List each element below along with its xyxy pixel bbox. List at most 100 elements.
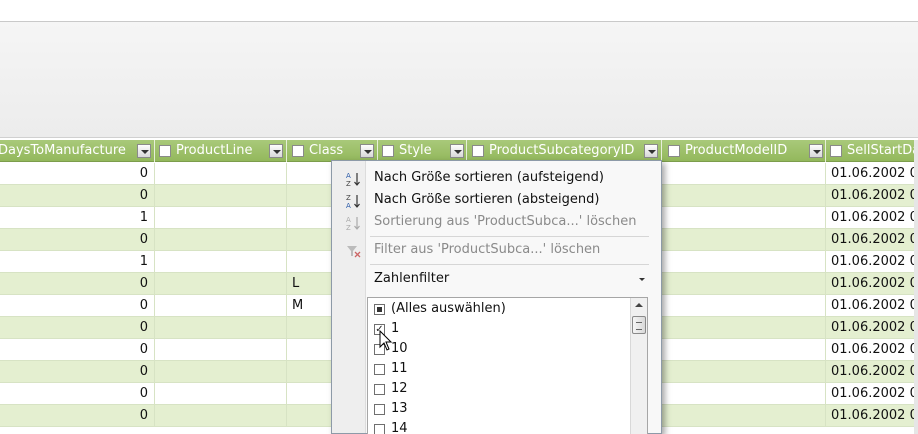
filter-item-label: 11 bbox=[391, 361, 408, 376]
cell-productline[interactable] bbox=[156, 163, 287, 185]
cell-sellstartdate[interactable]: 01.06.2002 0 bbox=[827, 339, 918, 361]
filter-list-item[interactable]: (Alles auswählen) bbox=[368, 299, 628, 319]
column-header-class[interactable]: Class bbox=[288, 140, 378, 162]
cell-sellstartdate[interactable]: 01.06.2002 0 bbox=[827, 361, 918, 383]
column-select-checkbox[interactable] bbox=[159, 145, 171, 157]
cell-sellstartdate[interactable]: 01.06.2002 0 bbox=[827, 163, 918, 185]
cell-daystomanufacture[interactable]: 0 bbox=[0, 295, 155, 317]
cell-daystomanufacture[interactable]: 0 bbox=[0, 229, 155, 251]
cell-daystomanufacture[interactable]: 0 bbox=[0, 361, 155, 383]
filter-dropdown-button[interactable] bbox=[137, 144, 151, 158]
scroll-thumb[interactable] bbox=[632, 316, 646, 334]
filter-list-scrollbar[interactable] bbox=[630, 298, 647, 434]
scroll-up-arrow-icon[interactable] bbox=[635, 303, 643, 307]
column-header-label: ProductSubcategoryID bbox=[489, 143, 635, 158]
filter-checkbox[interactable] bbox=[374, 304, 385, 315]
filter-checkbox[interactable] bbox=[374, 384, 385, 395]
filter-list-item[interactable]: 13 bbox=[368, 399, 628, 419]
filter-item-label: (Alles auswählen) bbox=[391, 301, 506, 316]
filter-list-item[interactable]: 11 bbox=[368, 359, 628, 379]
cell-daystomanufacture[interactable]: 0 bbox=[0, 317, 155, 339]
cell-productline[interactable] bbox=[156, 383, 287, 405]
column-select-checkbox[interactable] bbox=[830, 145, 842, 157]
filter-list-item[interactable]: 12 bbox=[368, 379, 628, 399]
column-header-productmodelid[interactable]: ProductModelID bbox=[663, 140, 826, 162]
filter-dropdown-button[interactable] bbox=[450, 144, 464, 158]
cell-productline[interactable] bbox=[156, 405, 287, 427]
clear-filter-item[interactable]: Filter aus 'ProductSubca...' löschen bbox=[332, 239, 661, 261]
cell-daystomanufacture[interactable]: 0 bbox=[0, 383, 155, 405]
cell-productmodelid[interactable] bbox=[663, 317, 826, 339]
filter-list-item[interactable]: ✓ 1 bbox=[368, 319, 628, 339]
cell-productline[interactable] bbox=[156, 295, 287, 317]
column-select-checkbox[interactable] bbox=[382, 145, 394, 157]
filter-checkbox[interactable] bbox=[374, 404, 385, 415]
cell-sellstartdate[interactable]: 01.06.2002 0 bbox=[827, 383, 918, 405]
cell-productline[interactable] bbox=[156, 229, 287, 251]
grid-vertical-scrollbar[interactable] bbox=[914, 140, 918, 434]
cell-productmodelid[interactable] bbox=[663, 383, 826, 405]
cell-sellstartdate[interactable]: 01.06.2002 0 bbox=[827, 229, 918, 251]
cell-sellstartdate[interactable]: 01.06.2002 0 bbox=[827, 251, 918, 273]
filter-checkbox[interactable] bbox=[374, 424, 385, 434]
clear-sort-item[interactable]: AZ Sortierung aus 'ProductSubca...' lösc… bbox=[332, 211, 661, 233]
cell-productline[interactable] bbox=[156, 273, 287, 295]
sort-ascending-label: Nach Größe sortieren (aufsteigend) bbox=[374, 170, 604, 185]
filter-dropdown-button[interactable] bbox=[269, 144, 283, 158]
title-strip bbox=[0, 0, 918, 22]
column-header-label: DaysToManufacture bbox=[0, 143, 126, 158]
svg-text:A: A bbox=[346, 202, 351, 209]
cell-sellstartdate[interactable]: 01.06.2002 0 bbox=[827, 207, 918, 229]
cell-productline[interactable] bbox=[156, 361, 287, 383]
cell-productmodelid[interactable] bbox=[663, 295, 826, 317]
cell-productline[interactable] bbox=[156, 185, 287, 207]
filter-checkbox[interactable] bbox=[374, 364, 385, 375]
cell-daystomanufacture[interactable]: 0 bbox=[0, 405, 155, 427]
column-select-checkbox[interactable] bbox=[668, 145, 680, 157]
filter-value-list[interactable]: (Alles auswählen) ✓ 1 10 11 12 13 14 bbox=[367, 297, 648, 434]
cell-productmodelid[interactable] bbox=[663, 229, 826, 251]
cell-daystomanufacture[interactable]: 0 bbox=[0, 185, 155, 207]
cell-productline[interactable] bbox=[156, 317, 287, 339]
filter-list-item[interactable]: 14 bbox=[368, 419, 628, 434]
cell-daystomanufacture[interactable]: 0 bbox=[0, 339, 155, 361]
cell-daystomanufacture[interactable]: 0 bbox=[0, 163, 155, 185]
cell-productmodelid[interactable] bbox=[663, 163, 826, 185]
column-header-productline[interactable]: ProductLine bbox=[156, 140, 287, 162]
menu-separator bbox=[370, 236, 649, 237]
column-header-daystomanufacture[interactable]: DaysToManufacture bbox=[0, 140, 155, 162]
number-filter-item[interactable]: Zahlenfilter bbox=[332, 268, 661, 290]
cell-sellstartdate[interactable]: 01.06.2002 0 bbox=[827, 185, 918, 207]
cell-productmodelid[interactable] bbox=[663, 251, 826, 273]
cell-productmodelid[interactable] bbox=[663, 361, 826, 383]
cell-sellstartdate[interactable]: 01.06.2002 0 bbox=[827, 295, 918, 317]
filter-dropdown-menu: AZ Nach Größe sortieren (aufsteigend) ZA… bbox=[331, 160, 662, 434]
cell-daystomanufacture[interactable]: 1 bbox=[0, 207, 155, 229]
sort-ascending-item[interactable]: AZ Nach Größe sortieren (aufsteigend) bbox=[332, 167, 661, 189]
column-header-productsubcategoryid[interactable]: ProductSubcategoryID bbox=[468, 140, 662, 162]
cell-sellstartdate[interactable]: 01.06.2002 0 bbox=[827, 405, 918, 427]
filter-item-label: 12 bbox=[391, 381, 408, 396]
cell-productmodelid[interactable] bbox=[663, 207, 826, 229]
cell-productline[interactable] bbox=[156, 207, 287, 229]
filter-dropdown-button[interactable] bbox=[809, 144, 823, 158]
cell-productmodelid[interactable] bbox=[663, 405, 826, 427]
cell-sellstartdate[interactable]: 01.06.2002 0 bbox=[827, 273, 918, 295]
cell-daystomanufacture[interactable]: 1 bbox=[0, 251, 155, 273]
cell-daystomanufacture[interactable]: 0 bbox=[0, 273, 155, 295]
column-header-sellstartdate[interactable]: SellStartDa bbox=[827, 140, 918, 162]
filter-list-item[interactable]: 10 bbox=[368, 339, 628, 359]
sort-descending-item[interactable]: ZA Nach Größe sortieren (absteigend) bbox=[332, 189, 661, 211]
column-select-checkbox[interactable] bbox=[292, 145, 304, 157]
cell-productline[interactable] bbox=[156, 251, 287, 273]
column-select-checkbox[interactable] bbox=[472, 145, 484, 157]
cell-productline[interactable] bbox=[156, 339, 287, 361]
cell-sellstartdate[interactable]: 01.06.2002 0 bbox=[827, 317, 918, 339]
filter-dropdown-button[interactable] bbox=[360, 144, 374, 158]
cell-productmodelid[interactable] bbox=[663, 339, 826, 361]
cell-productmodelid[interactable] bbox=[663, 273, 826, 295]
column-header-style[interactable]: Style bbox=[379, 140, 467, 162]
cell-productmodelid[interactable] bbox=[663, 185, 826, 207]
filter-dropdown-button[interactable] bbox=[644, 144, 658, 158]
clear-filter-icon bbox=[345, 243, 361, 259]
